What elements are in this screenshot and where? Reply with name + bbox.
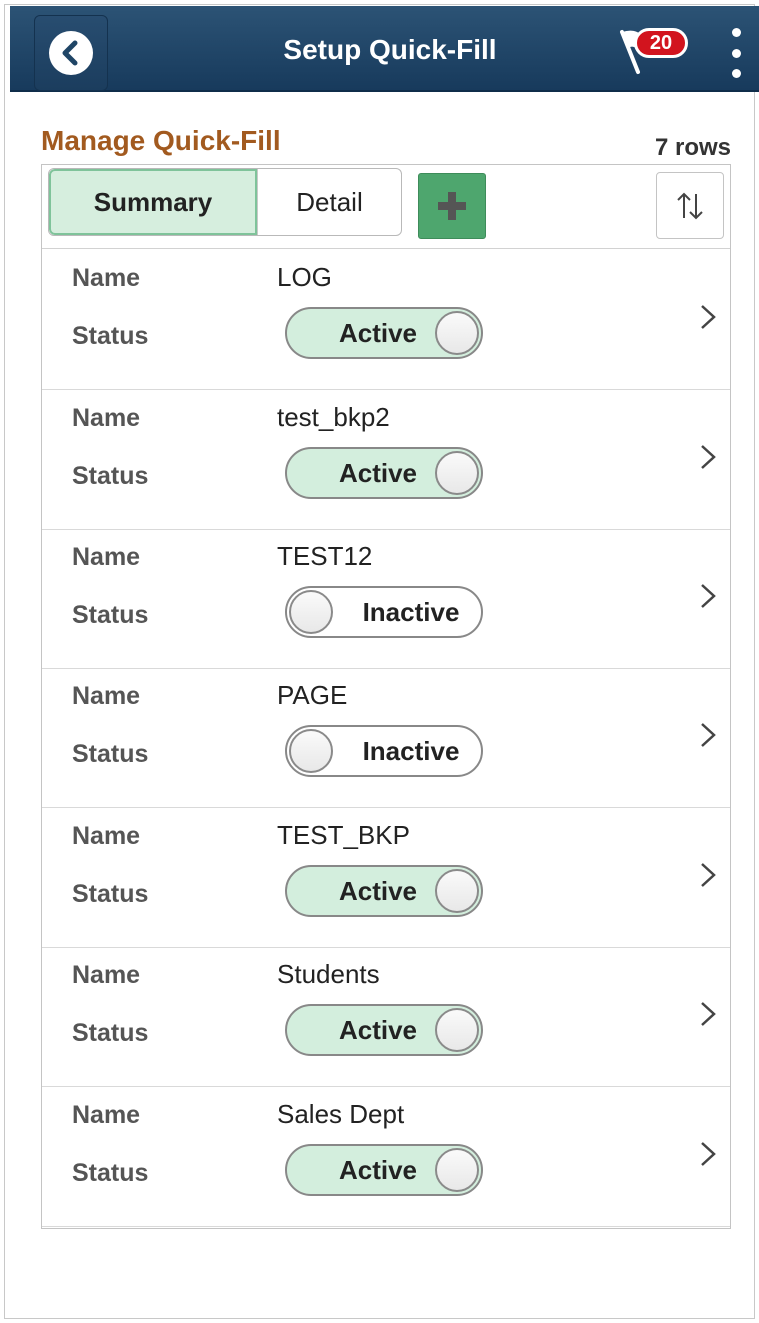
status-value: Inactive (362, 735, 460, 766)
toggle-knob (289, 590, 333, 634)
status-toggle[interactable]: Active (285, 447, 483, 499)
tab-detail[interactable]: Detail (257, 169, 401, 235)
chevron-right-icon (701, 863, 716, 887)
status-label: Status (72, 740, 149, 768)
plus-icon (438, 192, 466, 220)
name-label: Name (72, 264, 141, 292)
status-toggle[interactable]: Inactive (285, 725, 483, 777)
toggle-knob (435, 451, 479, 495)
name-value: LOG (277, 262, 332, 292)
row-count: 7 rows (654, 134, 731, 161)
quick-fill-grid: Summary Detail Name LOG Status Active Na… (41, 164, 731, 1229)
chevron-right-icon (701, 305, 716, 329)
status-value: Inactive (362, 596, 460, 627)
toggle-knob (435, 311, 479, 355)
chevron-right-icon (701, 1142, 716, 1166)
chevron-right-icon (701, 445, 716, 469)
status-label: Status (72, 601, 149, 629)
add-row-button[interactable] (418, 173, 486, 239)
list-item[interactable]: Name Students Status Active (42, 947, 730, 1087)
name-label: Name (72, 961, 141, 989)
notification-badge: 20 (634, 28, 688, 58)
name-label: Name (72, 543, 141, 571)
list-item[interactable]: Name TEST12 Status Inactive (42, 529, 730, 669)
view-toggle: Summary Detail (48, 168, 402, 236)
name-value: TEST12 (277, 541, 373, 571)
tab-summary[interactable]: Summary (49, 169, 257, 235)
name-value: TEST_BKP (277, 820, 410, 850)
sort-arrows-icon (677, 192, 703, 219)
list-item[interactable]: Name PAGE Status Inactive (42, 668, 730, 808)
list-item[interactable]: Name TEST_BKP Status Active (42, 808, 730, 948)
page-title: Setup Quick-Fill (283, 34, 497, 65)
name-value: test_bkp2 (277, 402, 390, 432)
toggle-knob (435, 869, 479, 913)
status-value: Active (338, 457, 418, 488)
toggle-knob (289, 729, 333, 773)
name-label: Name (72, 1101, 141, 1129)
name-value: Sales Dept (277, 1099, 405, 1129)
list-item[interactable]: Name Sales Dept Status Active (42, 1087, 730, 1227)
list-item[interactable]: Name test_bkp2 Status Active (42, 390, 730, 530)
status-label: Status (72, 1159, 149, 1187)
back-icon (49, 31, 93, 75)
status-value: Active (338, 1154, 418, 1185)
section-title: Manage Quick-Fill (41, 125, 281, 156)
chevron-right-icon (701, 1002, 716, 1026)
grid-toolbar: Summary Detail (42, 165, 730, 249)
status-value: Active (338, 317, 418, 348)
status-label: Status (72, 1019, 149, 1047)
kebab-dot (731, 48, 741, 58)
status-toggle[interactable]: Active (285, 865, 483, 917)
chevron-right-icon (701, 584, 716, 608)
back-button[interactable] (34, 15, 108, 91)
status-value: Active (338, 1014, 418, 1045)
name-label: Name (72, 404, 141, 432)
status-label: Status (72, 462, 149, 490)
sort-button[interactable] (656, 172, 724, 239)
status-value: Active (338, 875, 418, 906)
status-toggle[interactable]: Inactive (285, 586, 483, 638)
toggle-knob (435, 1008, 479, 1052)
name-value: PAGE (277, 680, 348, 710)
status-toggle[interactable]: Active (285, 307, 483, 359)
app-header: Setup Quick-Fill 20 (10, 6, 759, 92)
status-toggle[interactable]: Active (285, 1004, 483, 1056)
name-label: Name (72, 682, 141, 710)
name-label: Name (72, 822, 141, 850)
status-toggle[interactable]: Active (285, 1144, 483, 1196)
status-label: Status (72, 880, 149, 908)
toggle-knob (435, 1148, 479, 1192)
name-value: Students (277, 959, 380, 989)
status-label: Status (72, 322, 149, 350)
kebab-dot (731, 28, 741, 37)
kebab-dot (731, 69, 741, 78)
chevron-right-icon (701, 723, 716, 747)
list-item[interactable]: Name LOG Status Active (42, 250, 730, 390)
actions-menu-button[interactable] (726, 28, 746, 78)
